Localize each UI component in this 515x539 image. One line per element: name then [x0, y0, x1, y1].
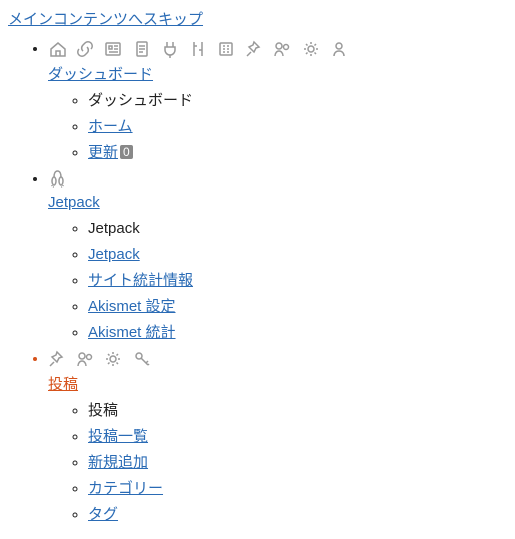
users-icon	[273, 40, 291, 58]
menu-item-posts[interactable]: 投稿 投稿 投稿一覧 新規追加 カテゴリー タグ	[48, 347, 507, 527]
plugin-icon	[161, 40, 179, 58]
submenu-item: 投稿	[88, 399, 507, 423]
preferences-icon	[217, 40, 235, 58]
submenu-link-jetpack[interactable]: Jetpack	[88, 246, 140, 263]
submenu-link-tags[interactable]: タグ	[88, 506, 118, 523]
submenu-item[interactable]: 新規追加	[88, 451, 507, 475]
submenu-link-updates[interactable]: 更新	[88, 144, 118, 161]
skip-to-content-link[interactable]: メインコンテンツへスキップ	[8, 8, 203, 29]
submenu-posts: 投稿 投稿一覧 新規追加 カテゴリー タグ	[48, 399, 507, 527]
submenu-current-label: 投稿	[88, 402, 118, 419]
submenu-current-label: Jetpack	[88, 220, 140, 237]
pin-icon	[245, 40, 263, 58]
submenu-item[interactable]: サイト統計情報	[88, 269, 507, 293]
submenu-current-label: ダッシュボード	[88, 92, 193, 109]
update-count-badge: 0	[120, 145, 133, 159]
settings-icon	[104, 350, 122, 368]
submenu-link-akismet-settings[interactable]: Akismet 設定	[88, 298, 176, 315]
submenu-link-akismet-stats[interactable]: Akismet 統計	[88, 324, 176, 341]
submenu-item: Jetpack	[88, 217, 507, 241]
gallery-icon	[104, 40, 122, 58]
icon-row	[48, 170, 70, 187]
submenu-link-home[interactable]: ホーム	[88, 118, 133, 135]
submenu-item[interactable]: Jetpack	[88, 243, 507, 267]
icon-row	[48, 37, 354, 61]
menu-item-dashboard[interactable]: ダッシュボード ダッシュボード ホーム 更新0	[48, 37, 507, 165]
submenu-item[interactable]: ホーム	[88, 115, 507, 139]
submenu-link-add-new[interactable]: 新規追加	[88, 454, 148, 471]
menu-label-dashboard[interactable]: ダッシュボード	[48, 63, 153, 87]
jetpack-icon	[48, 168, 70, 190]
tools-icon	[189, 40, 207, 58]
pin-icon	[48, 350, 66, 368]
submenu-item[interactable]: 投稿一覧	[88, 425, 507, 449]
admin-menu: ダッシュボード ダッシュボード ホーム 更新0 Jetpack Jetpack …	[8, 37, 507, 527]
settings-icon	[302, 40, 320, 58]
submenu-item[interactable]: 更新0	[88, 141, 507, 165]
menu-label-posts[interactable]: 投稿	[48, 373, 78, 397]
person-icon	[330, 40, 348, 58]
submenu-item: ダッシュボード	[88, 89, 507, 113]
home-icon	[48, 40, 66, 58]
key-icon	[133, 350, 151, 368]
page-icon	[133, 40, 151, 58]
submenu-link-categories[interactable]: カテゴリー	[88, 480, 163, 497]
submenu-link-stats[interactable]: サイト統計情報	[88, 272, 193, 289]
menu-item-jetpack[interactable]: Jetpack Jetpack Jetpack サイト統計情報 Akismet …	[48, 167, 507, 345]
submenu-link-all-posts[interactable]: 投稿一覧	[88, 428, 148, 445]
submenu-item[interactable]: Akismet 設定	[88, 295, 507, 319]
icon-row	[48, 347, 157, 371]
submenu-jetpack: Jetpack Jetpack サイト統計情報 Akismet 設定 Akism…	[48, 217, 507, 345]
users-icon	[76, 350, 94, 368]
submenu-item[interactable]: Akismet 統計	[88, 321, 507, 345]
menu-label-jetpack[interactable]: Jetpack	[48, 191, 100, 215]
submenu-dashboard: ダッシュボード ホーム 更新0	[48, 89, 507, 165]
submenu-item[interactable]: カテゴリー	[88, 477, 507, 501]
link-icon	[76, 40, 94, 58]
